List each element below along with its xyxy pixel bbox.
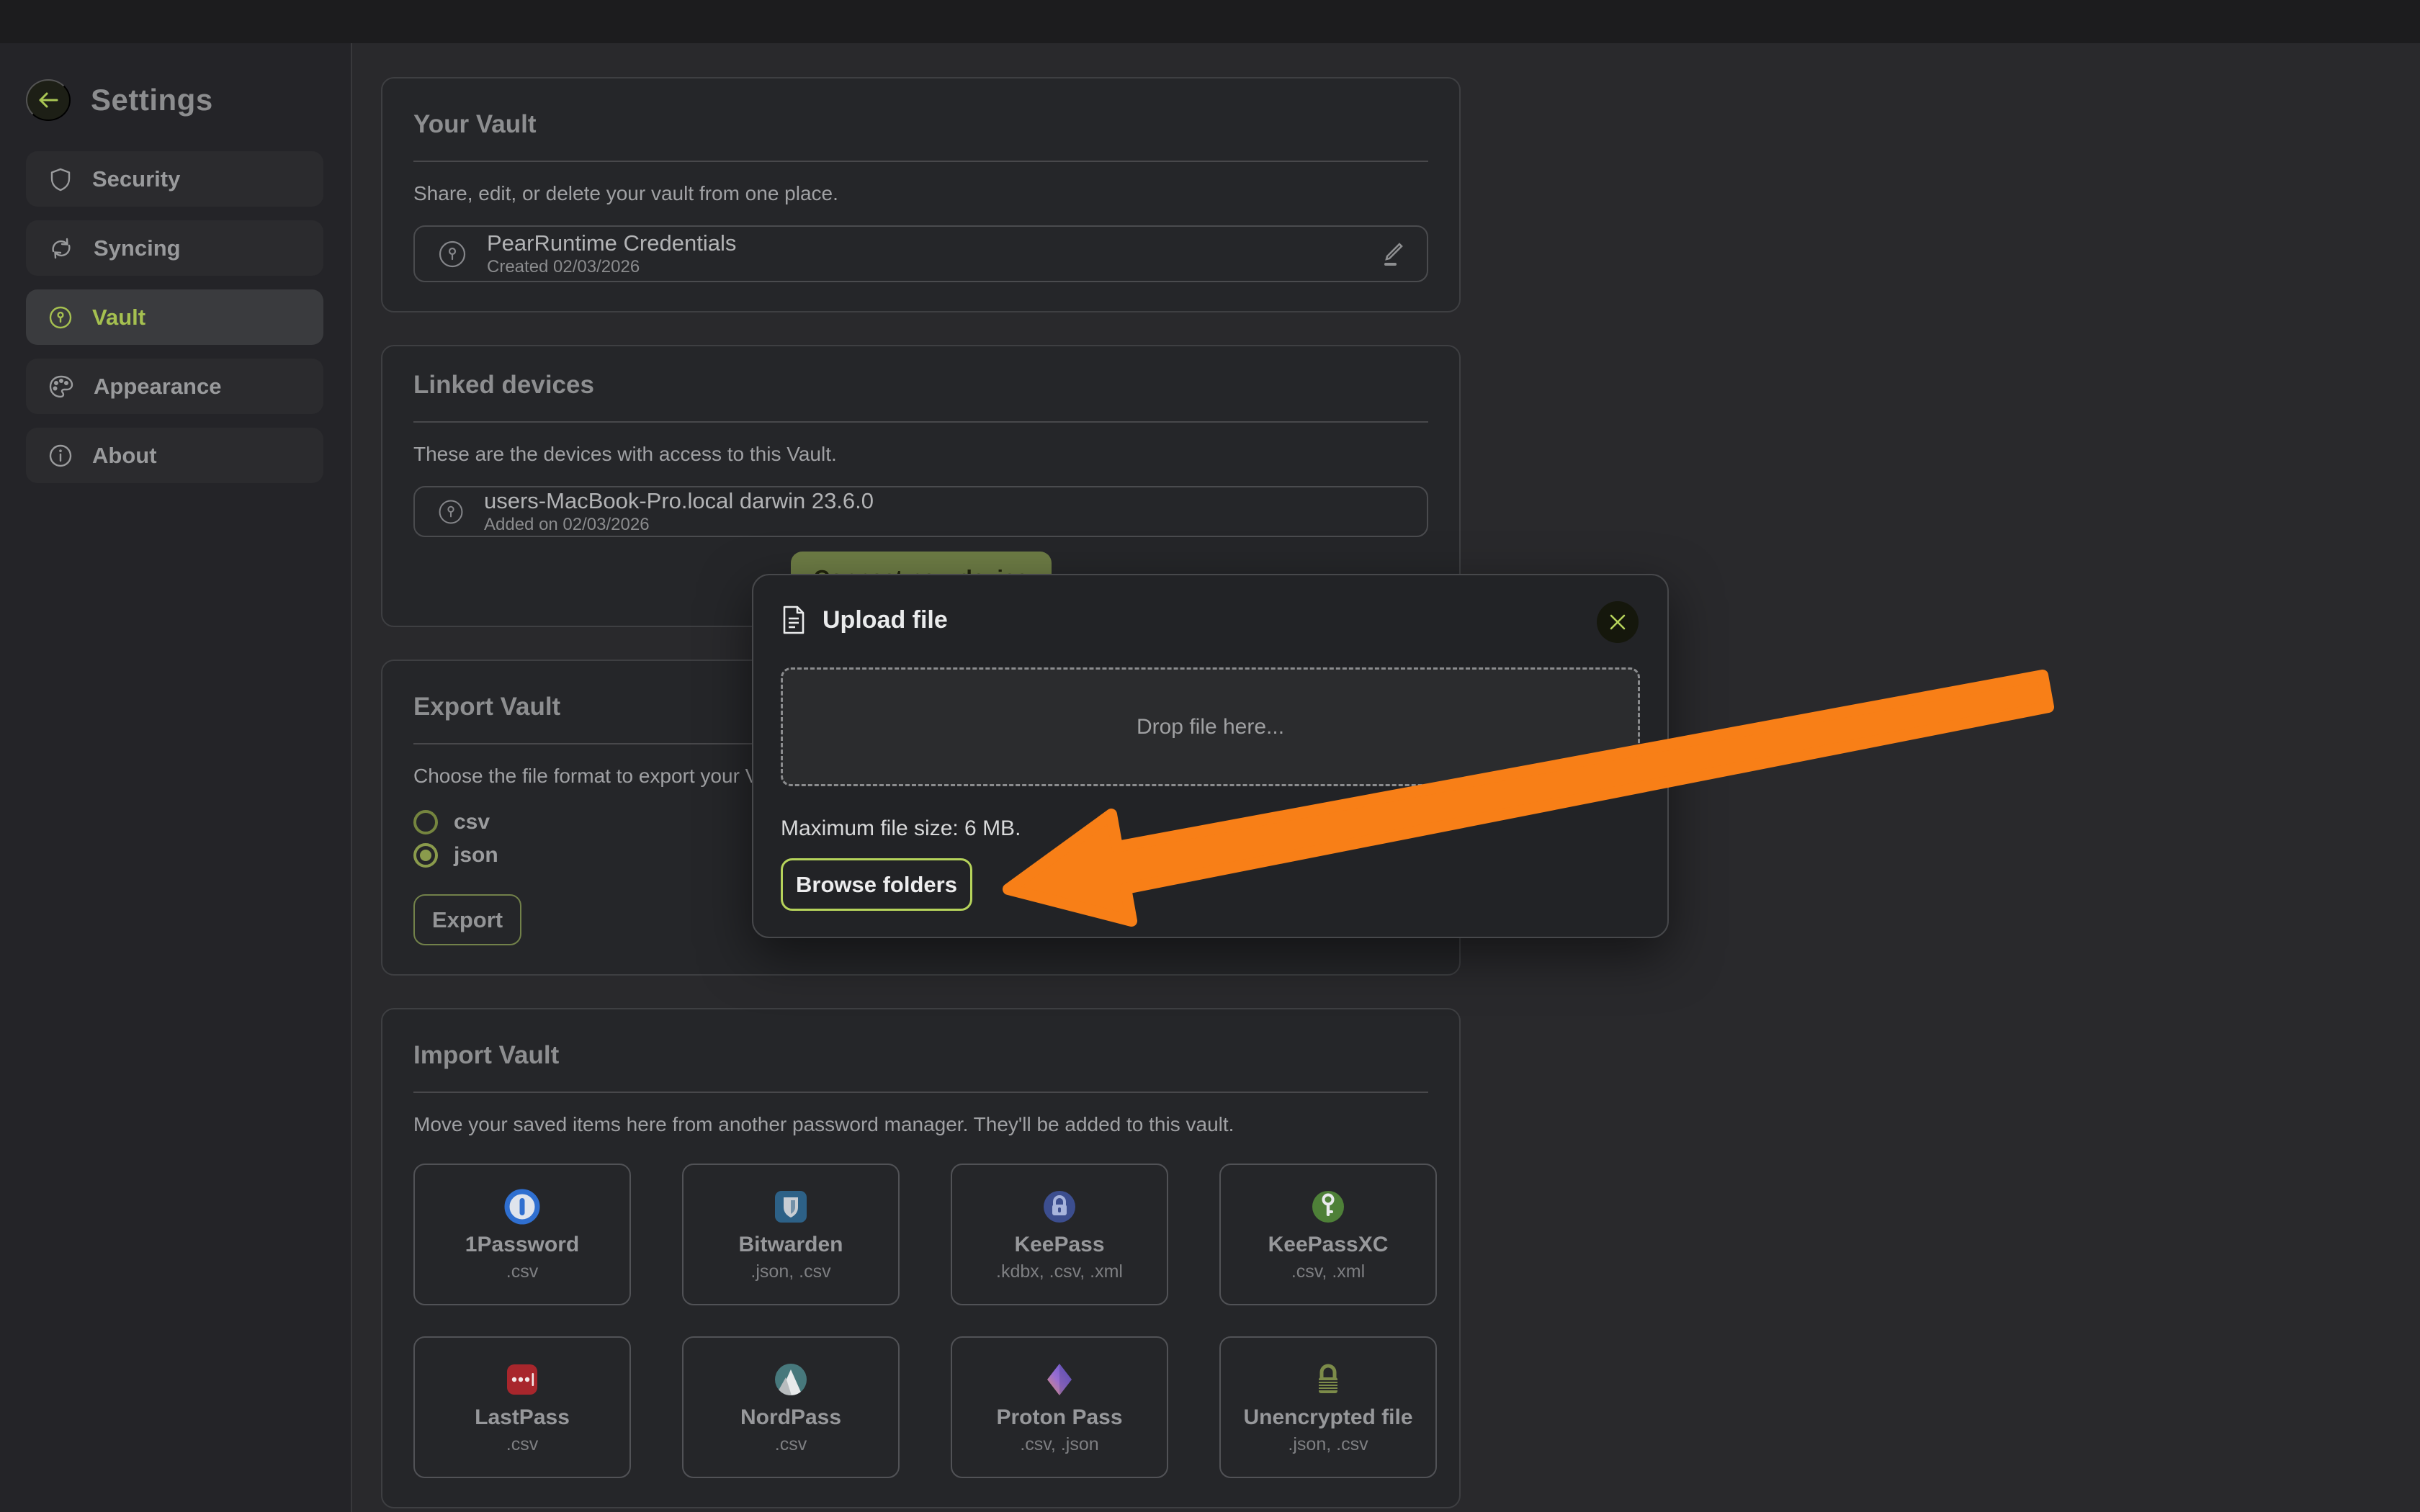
key-circle-icon [436,498,465,526]
palette-icon [48,374,75,400]
edit-vault-button[interactable] [1379,240,1405,269]
vault-created-date: Created 02/03/2026 [487,258,736,276]
provider-name: KeePassXC [1268,1233,1389,1256]
device-name: users-MacBook-Pro.local darwin 23.6.0 [484,489,874,513]
import-vault-card: Import Vault Move your saved items here … [381,1008,1461,1508]
sidebar-item-vault[interactable]: Vault [26,289,323,345]
provider-formats: .csv, .xml [1291,1262,1365,1281]
vault-row[interactable]: PearRuntime Credentials Created 02/03/20… [413,225,1428,282]
provider-formats: .json, .csv [750,1262,830,1281]
protonpass-icon [1041,1362,1077,1398]
provider-name: 1Password [465,1233,579,1256]
import-tile-bitwarden[interactable]: Bitwarden .json, .csv [682,1164,900,1305]
sidebar-item-label: Appearance [94,374,221,400]
section-title: Import Vault [413,1041,1428,1070]
divider [413,161,1428,162]
back-arrow-icon [36,88,60,112]
import-tile-lastpass[interactable]: LastPass .csv [413,1336,631,1478]
sidebar-item-syncing[interactable]: Syncing [26,220,323,276]
modal-title: Upload file [823,606,948,634]
vault-name: PearRuntime Credentials [487,231,736,256]
radio-unselected-icon [413,810,438,834]
sidebar-item-label: About [92,443,157,469]
radio-label: csv [454,810,490,834]
divider [413,421,1428,423]
provider-formats: .csv [506,1435,538,1454]
upload-file-modal: Upload file Drop file here... Maximum fi… [752,574,1669,938]
provider-formats: .csv [775,1435,807,1454]
provider-name: NordPass [740,1406,841,1429]
keepass-icon [1041,1189,1077,1225]
section-description: These are the devices with access to thi… [413,444,1428,464]
provider-name: Unencrypted file [1243,1406,1412,1429]
shield-icon [48,166,73,192]
max-file-size-text: Maximum file size: 6 MB. [781,816,1640,841]
file-dropzone[interactable]: Drop file here... [781,667,1640,786]
import-tile-protonpass[interactable]: Proton Pass .csv, .json [951,1336,1168,1478]
lastpass-icon [504,1362,540,1398]
import-provider-grid: 1Password .csv Bitwarden .json, .csv [413,1164,1428,1478]
sidebar-item-label: Vault [92,305,145,330]
sidebar-item-about[interactable]: About [26,428,323,483]
device-row[interactable]: users-MacBook-Pro.local darwin 23.6.0 Ad… [413,486,1428,537]
sidebar-item-label: Syncing [94,235,181,261]
sidebar-item-appearance[interactable]: Appearance [26,359,323,414]
vault-row-texts: PearRuntime Credentials Created 02/03/20… [487,231,736,276]
provider-name: KeePass [1014,1233,1104,1256]
page-title: Settings [91,83,213,117]
1password-icon [504,1189,540,1225]
import-tile-nordpass[interactable]: NordPass .csv [682,1336,900,1478]
provider-formats: .kdbx, .csv, .xml [996,1262,1123,1281]
divider [413,1092,1428,1093]
section-description: Share, edit, or delete your vault from o… [413,184,1428,204]
device-row-texts: users-MacBook-Pro.local darwin 23.6.0 Ad… [484,489,874,534]
window-titlebar [0,0,2420,43]
keepassxc-icon [1310,1189,1346,1225]
bitwarden-icon [773,1189,809,1225]
vault-key-icon [48,305,73,330]
import-tile-1password[interactable]: 1Password .csv [413,1164,631,1305]
close-modal-button[interactable] [1597,601,1639,643]
nordpass-icon [773,1362,809,1398]
sidebar-item-security[interactable]: Security [26,151,323,207]
info-icon [48,443,73,469]
modal-header: Upload file [781,604,1640,636]
dropzone-text: Drop file here... [1137,715,1284,739]
import-tile-unencrypted[interactable]: Unencrypted file .json, .csv [1219,1336,1437,1478]
device-added-date: Added on 02/03/2026 [484,516,874,534]
browse-folders-button[interactable]: Browse folders [781,858,972,911]
sidebar-item-label: Security [92,166,180,192]
section-title: Linked devices [413,371,1428,400]
provider-name: Proton Pass [996,1406,1122,1429]
export-button[interactable]: Export [413,894,521,945]
provider-formats: .csv [506,1262,538,1281]
section-title: Your Vault [413,110,1428,139]
sync-icon [48,235,75,261]
close-icon [1608,613,1627,631]
back-button[interactable] [26,79,71,121]
section-description: Move your saved items here from another … [413,1115,1428,1135]
document-icon [781,605,807,635]
sidebar-nav: Security Syncing Vault [26,151,323,483]
sidebar-header: Settings [26,79,351,121]
settings-page: Settings Security Syncing [0,0,2420,1512]
provider-formats: .json, .csv [1288,1435,1368,1454]
settings-sidebar: Settings Security Syncing [0,43,352,1512]
unencrypted-lock-icon [1310,1362,1346,1398]
provider-name: Bitwarden [738,1233,843,1256]
key-circle-icon [436,238,468,270]
import-tile-keepass[interactable]: KeePass .kdbx, .csv, .xml [951,1164,1168,1305]
radio-label: json [454,843,498,868]
provider-name: LastPass [475,1406,570,1429]
provider-formats: .csv, .json [1020,1435,1098,1454]
pencil-icon [1379,240,1405,269]
import-tile-keepassxc[interactable]: KeePassXC .csv, .xml [1219,1164,1437,1305]
radio-selected-icon [413,843,438,868]
your-vault-card: Your Vault Share, edit, or delete your v… [381,77,1461,312]
